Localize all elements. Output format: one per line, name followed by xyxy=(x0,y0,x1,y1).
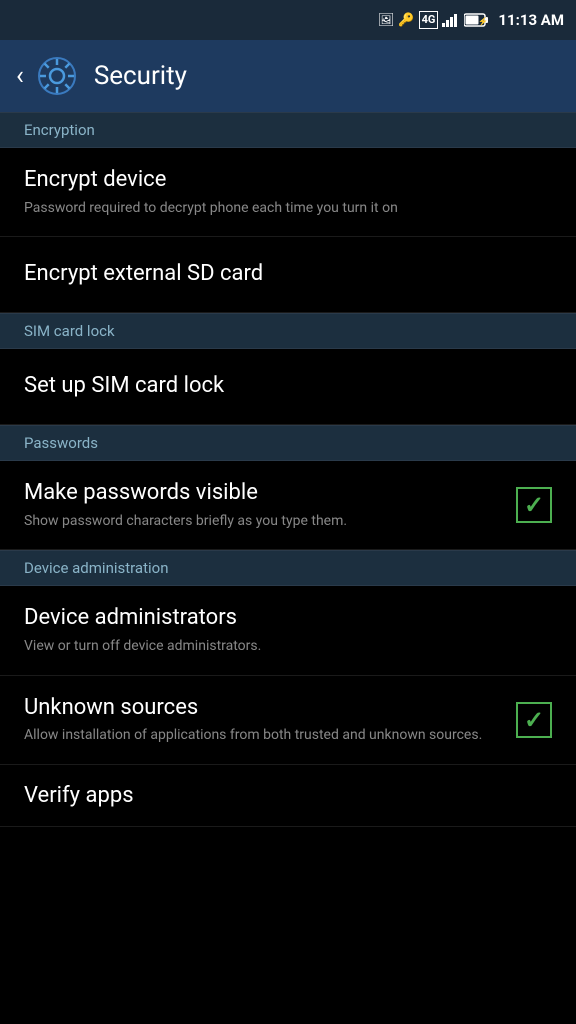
make-passwords-visible-subtitle: Show password characters briefly as you … xyxy=(24,512,504,532)
unknown-sources-title: Unknown sources xyxy=(24,694,504,723)
svg-text:⚡: ⚡ xyxy=(478,16,488,26)
setup-sim-lock-item[interactable]: Set up SIM card lock xyxy=(0,349,576,425)
key-icon: 🔑 xyxy=(398,13,414,28)
status-time: 11:13 AM xyxy=(498,11,564,29)
page-title: Security xyxy=(94,61,187,91)
unknown-sources-content: Unknown sources Allow installation of ap… xyxy=(24,694,504,746)
signal-icon xyxy=(442,13,460,27)
encrypt-device-title: Encrypt device xyxy=(24,166,552,195)
encrypt-sd-item[interactable]: Encrypt external SD card xyxy=(0,237,576,313)
back-button[interactable]: ‹ xyxy=(16,63,24,89)
section-header-encryption: Encryption xyxy=(0,112,576,148)
device-administrators-title: Device administrators xyxy=(24,604,552,633)
device-administrators-item[interactable]: Device administrators View or turn off d… xyxy=(0,586,576,675)
status-icons: 🖼 🔑 4G ⚡ 11:13 AM xyxy=(378,11,564,29)
make-passwords-visible-item[interactable]: Make passwords visible Show password cha… xyxy=(0,461,576,550)
setup-sim-lock-content: Set up SIM card lock xyxy=(24,372,552,401)
status-bar: 🖼 🔑 4G ⚡ 11:13 AM xyxy=(0,0,576,40)
battery-icon: ⚡ xyxy=(464,13,488,27)
setup-sim-lock-title: Set up SIM card lock xyxy=(24,372,552,401)
section-header-device-admin: Device administration xyxy=(0,550,576,586)
encrypt-sd-content: Encrypt external SD card xyxy=(24,260,552,289)
encrypt-device-content: Encrypt device Password required to decr… xyxy=(24,166,552,218)
encrypt-device-item[interactable]: Encrypt device Password required to decr… xyxy=(0,148,576,237)
encrypt-device-subtitle: Password required to decrypt phone each … xyxy=(24,199,552,219)
make-passwords-visible-content: Make passwords visible Show password cha… xyxy=(24,479,504,531)
verify-apps-item[interactable]: Verify apps xyxy=(0,765,576,827)
image-icon: 🖼 xyxy=(378,13,395,28)
device-administrators-content: Device administrators View or turn off d… xyxy=(24,604,552,656)
make-passwords-visible-checkbox[interactable] xyxy=(516,487,552,523)
make-passwords-visible-title: Make passwords visible xyxy=(24,479,504,508)
device-administrators-subtitle: View or turn off device administrators. xyxy=(24,637,552,657)
section-header-passwords: Passwords xyxy=(0,425,576,461)
verify-apps-title: Verify apps xyxy=(24,783,552,808)
encrypt-sd-title: Encrypt external SD card xyxy=(24,260,552,289)
unknown-sources-checkbox[interactable] xyxy=(516,702,552,738)
unknown-sources-item[interactable]: Unknown sources Allow installation of ap… xyxy=(0,676,576,765)
nav-bar: ‹ Security xyxy=(0,40,576,112)
unknown-sources-subtitle: Allow installation of applications from … xyxy=(24,726,504,746)
network-type-icon: 4G xyxy=(419,11,439,28)
security-gear-icon xyxy=(38,57,76,95)
section-header-sim: SIM card lock xyxy=(0,313,576,349)
